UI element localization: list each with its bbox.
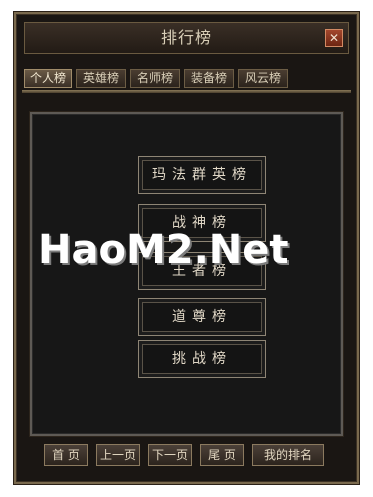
prev-page-button[interactable]: 上一页 xyxy=(96,444,140,466)
tab-master[interactable]: 名师榜 xyxy=(130,69,180,88)
watermark-text: HaoM2.Net xyxy=(38,227,289,273)
rank-taoist-button[interactable]: 道尊榜 xyxy=(138,298,266,336)
window-title: 排行榜 xyxy=(160,28,212,47)
last-page-button[interactable]: 尾 页 xyxy=(200,444,244,466)
tab-hero[interactable]: 英雄榜 xyxy=(76,69,126,88)
rank-challenge-button[interactable]: 挑战榜 xyxy=(138,340,266,378)
tab-equipment[interactable]: 装备榜 xyxy=(184,69,234,88)
tab-personal[interactable]: 个人榜 xyxy=(24,69,72,88)
tab-fengyun[interactable]: 风云榜 xyxy=(238,69,288,88)
title-bar[interactable]: 排行榜 ✕ xyxy=(24,22,349,54)
close-icon[interactable]: ✕ xyxy=(325,29,343,47)
first-page-button[interactable]: 首 页 xyxy=(44,444,88,466)
pagination-bar: 首 页 上一页 下一页 尾 页 我的排名 xyxy=(24,442,349,474)
rank-mafa-heroes-button[interactable]: 玛法群英榜 xyxy=(138,156,266,194)
next-page-button[interactable]: 下一页 xyxy=(148,444,192,466)
ranking-content: 玛法群英榜 战神榜 王者榜 道尊榜 挑战榜 xyxy=(30,112,343,436)
tab-bar: 个人榜 英雄榜 名师榜 装备榜 风云榜 xyxy=(24,69,349,91)
tab-divider xyxy=(22,90,351,93)
my-rank-button[interactable]: 我的排名 xyxy=(252,444,324,466)
